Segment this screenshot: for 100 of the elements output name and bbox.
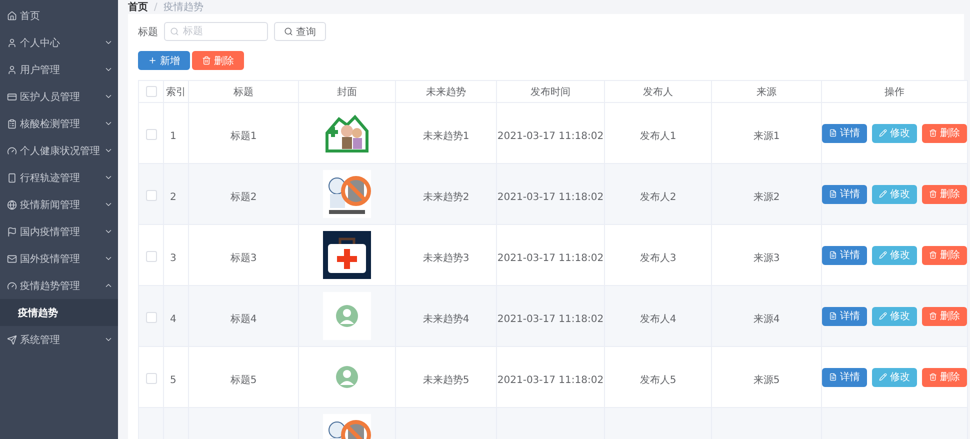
row-checkbox[interactable] — [146, 190, 156, 201]
edit-button[interactable]: 修改 — [872, 246, 917, 264]
chevron-down-icon — [104, 173, 113, 182]
table-cell: 发布人2 — [640, 192, 676, 202]
trash-icon — [929, 251, 937, 259]
column-header: 封面 — [298, 80, 396, 102]
select-all-checkbox[interactable] — [146, 86, 156, 97]
chevron-down-icon — [104, 92, 113, 101]
sidebar-item[interactable]: 系统管理 — [0, 326, 118, 353]
sidebar-item[interactable]: 个人健康状况管理 — [0, 137, 118, 164]
details-button[interactable]: 详情 — [822, 246, 867, 264]
flag-icon — [7, 226, 17, 236]
table-cell: 标题2 — [230, 192, 257, 202]
row-checkbox[interactable] — [146, 312, 156, 323]
table-cell: 标题4 — [230, 314, 257, 324]
home-icon — [7, 10, 17, 20]
sidebar-item[interactable]: 行程轨迹管理 — [0, 164, 118, 191]
table-cell: 来源1 — [753, 130, 780, 142]
breadcrumb-item[interactable]: 疫情趋势 — [163, 0, 204, 14]
pencil-icon — [879, 373, 887, 381]
delete-button[interactable]: 删除 — [922, 246, 967, 264]
sidebar-item[interactable]: 疫情新闻管理 — [0, 191, 118, 218]
table-cell: 2021-03-17 11:18:02 — [497, 192, 604, 202]
trash-icon — [929, 312, 937, 320]
delete-button[interactable]: 删除 — [922, 306, 967, 326]
table-cell: 发布人5 — [640, 374, 676, 386]
row-checkbox[interactable] — [146, 372, 156, 384]
table-cell: 来源2 — [753, 192, 780, 202]
edit-button[interactable]: 修改 — [872, 306, 917, 326]
column-header: 操作 — [822, 80, 968, 102]
document-icon — [829, 190, 837, 198]
edit-button[interactable]: 修改 — [872, 124, 917, 142]
trash-icon — [202, 56, 211, 65]
globe-icon — [7, 200, 17, 210]
row-checkbox[interactable] — [146, 250, 156, 262]
table-cell: 2021-03-17 11:18:02 — [497, 374, 604, 386]
pencil-icon — [879, 190, 887, 198]
table-cell: 2021-03-17 11:18:02 — [497, 130, 604, 142]
clipboard-icon — [7, 118, 17, 128]
document-icon — [829, 129, 837, 137]
table-cell: 2021-03-17 11:18:02 — [497, 252, 604, 264]
search-icon — [170, 27, 179, 36]
sidebar-item[interactable]: 国内疫情管理 — [0, 218, 118, 245]
sidebar-item[interactable]: 医护人员管理 — [0, 83, 118, 110]
details-button[interactable]: 详情 — [822, 124, 867, 142]
delete-button[interactable]: 删除 — [922, 368, 967, 386]
sidebar-item[interactable]: 国外疫情管理 — [0, 245, 118, 272]
chevron-down-icon — [104, 200, 113, 209]
table-cell: 标题3 — [230, 252, 257, 264]
delete-button[interactable]: 删除 — [192, 51, 244, 70]
table-cell: 未来趋势3 — [422, 252, 470, 264]
table-cell: 未来趋势4 — [422, 314, 470, 324]
chevron-down-icon — [104, 38, 113, 47]
phone-icon — [7, 172, 17, 182]
details-button[interactable]: 详情 — [822, 306, 867, 326]
sidebar-item[interactable]: 用户管理 — [0, 56, 118, 83]
paper-plane-icon — [7, 334, 17, 344]
sidebar-item[interactable]: 个人中心 — [0, 29, 118, 56]
delete-button[interactable]: 删除 — [922, 184, 967, 204]
sidebar-subitem[interactable]: 疫情趋势 — [0, 299, 118, 326]
details-button[interactable]: 详情 — [822, 368, 867, 386]
table-cell: 未来趋势2 — [422, 192, 470, 202]
table-cell: 1 — [170, 130, 176, 142]
envelope-icon — [7, 254, 17, 264]
delete-button[interactable]: 删除 — [922, 124, 967, 142]
breadcrumb-item[interactable]: 首页 — [128, 0, 148, 14]
add-button[interactable]: 新增 — [138, 51, 190, 70]
trash-icon — [929, 190, 937, 198]
pencil-icon — [879, 312, 887, 320]
chevron-down-icon — [104, 146, 113, 155]
chevron-down-icon — [104, 335, 113, 344]
breadcrumb-separator: / — [154, 2, 158, 12]
table-cell: 5 — [170, 374, 176, 386]
details-button[interactable]: 详情 — [822, 184, 867, 204]
edit-button[interactable]: 修改 — [872, 184, 917, 204]
table-cell: 标题5 — [230, 374, 257, 386]
sidebar-item[interactable]: 疫情趋势管理 — [0, 272, 118, 299]
search-field[interactable]: 标题 — [164, 22, 268, 41]
column-header: 标题 — [188, 80, 298, 102]
column-header: 来源 — [712, 80, 822, 102]
document-icon — [829, 312, 837, 320]
sidebar-item[interactable]: 首页 — [0, 2, 118, 29]
gauge-icon — [7, 280, 17, 290]
pencil-icon — [879, 251, 887, 259]
row-checkbox[interactable] — [146, 128, 156, 140]
table-cell: 标题1 — [230, 130, 257, 142]
table-cell: 未来趋势5 — [422, 374, 470, 386]
table-cell: 3 — [170, 252, 176, 264]
column-header: 发布人 — [604, 80, 712, 102]
sidebar-item[interactable]: 核酸检测管理 — [0, 110, 118, 137]
column-header: 发布时间 — [496, 80, 604, 102]
user-icon — [7, 38, 17, 48]
document-icon — [829, 373, 837, 381]
column-header: 未来趋势 — [396, 80, 496, 102]
table-cell: 来源5 — [753, 374, 780, 386]
pencil-icon — [879, 129, 887, 137]
edit-button[interactable]: 修改 — [872, 368, 917, 386]
query-button[interactable]: 查询 — [274, 22, 326, 41]
chevron-down-icon — [104, 254, 113, 263]
search-label: 标题 — [138, 26, 158, 38]
